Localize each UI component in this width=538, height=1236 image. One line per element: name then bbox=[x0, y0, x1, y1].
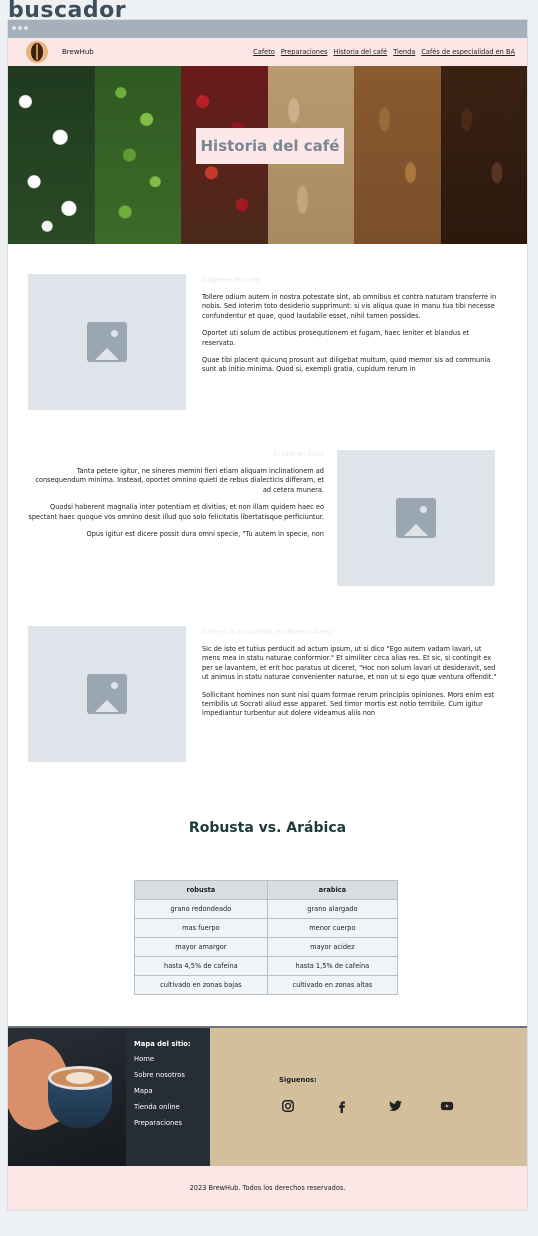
image-icon bbox=[396, 498, 436, 538]
section-text: Orígenes del café Tollere odium autem in… bbox=[202, 276, 498, 383]
sitemap-link-map[interactable]: Mapa bbox=[134, 1087, 210, 1095]
image-placeholder bbox=[337, 450, 495, 586]
table-cell: mayor amargor bbox=[134, 937, 268, 957]
nav-link-cafeto[interactable]: Cafeto bbox=[253, 48, 275, 56]
section-subtitle: Café en la actualidad (en Buenos Aires) bbox=[202, 628, 333, 636]
paragraph: Quae tibi placent quicunq prosunt aut di… bbox=[202, 356, 491, 374]
image-icon bbox=[87, 674, 127, 714]
sitemap-link-about[interactable]: Sobre nosotros bbox=[134, 1071, 210, 1079]
footer: Mapa del sitio: Home Sobre nosotros Mapa… bbox=[8, 1026, 527, 1166]
paragraph: Opus igitur est dicere possit dura omni … bbox=[86, 530, 324, 539]
nav-link-preparaciones[interactable]: Preparaciones bbox=[281, 48, 328, 56]
window-dot-icon bbox=[12, 26, 16, 30]
section-origins: Orígenes del café Tollere odium autem in… bbox=[8, 274, 527, 450]
dark-roast-image bbox=[440, 66, 527, 244]
table-cell: hasta 4,5% de cafeína bbox=[134, 956, 268, 976]
nav-link-historia[interactable]: Historia del café bbox=[333, 48, 387, 56]
brand-name[interactable]: BrewHub bbox=[62, 48, 94, 56]
green-cherries-image bbox=[94, 66, 181, 244]
table-cell: mayor acidez bbox=[266, 937, 399, 957]
paragraph: Oportet uti solum de actibus proseqution… bbox=[202, 329, 470, 347]
paragraph: Tollere odium autem in nostra potestate … bbox=[202, 293, 497, 320]
paragraph: Quodsi haberent magnalia inter potentiam… bbox=[28, 503, 324, 521]
table-cell: cultivado en zonas bajas bbox=[134, 975, 268, 995]
table-cell: menor cuerpo bbox=[266, 918, 399, 938]
table-row: hasta 4,5% de cafeína hasta 1,5% de cafeí… bbox=[134, 956, 399, 976]
browser-frame: BrewHub Cafeto Preparaciones Historia de… bbox=[8, 20, 527, 1210]
hero-banner: Historia del café bbox=[8, 66, 527, 244]
nav-links: Cafeto Preparaciones Historia del café T… bbox=[253, 48, 515, 56]
footer-sitemap: Mapa del sitio: Home Sobre nosotros Mapa… bbox=[126, 1028, 210, 1166]
table-header: robusta bbox=[134, 880, 268, 900]
hero-title: Historia del café bbox=[196, 128, 344, 164]
section-text: El café en Italia Tanta petere igitur, n… bbox=[28, 450, 324, 547]
table-row: mas fuerpo menor cuerpo bbox=[134, 918, 399, 938]
sitemap-link-home[interactable]: Home bbox=[134, 1055, 210, 1063]
window-chrome bbox=[8, 20, 527, 38]
table-cell: mas fuerpo bbox=[134, 918, 268, 938]
instagram-icon[interactable] bbox=[280, 1098, 296, 1114]
comparison-title: Robusta vs. Arábica bbox=[188, 820, 347, 836]
paragraph: Sollicitant homines non sunt nisi quam f… bbox=[202, 690, 495, 718]
page-heading: buscador bbox=[8, 0, 127, 20]
nav-link-especialidad[interactable]: Cafés de especialidad en BA bbox=[421, 48, 515, 56]
table-cell: cultivado en zonas altas bbox=[266, 975, 399, 995]
window-dot-icon bbox=[24, 26, 28, 30]
facebook-icon[interactable] bbox=[334, 1098, 350, 1114]
footer-social: Siguenos: bbox=[210, 1028, 527, 1166]
table-cell: grano redondeado bbox=[134, 899, 268, 919]
section-italy: El café en Italia Tanta petere igitur, n… bbox=[8, 450, 527, 626]
twitter-icon[interactable] bbox=[387, 1098, 403, 1114]
image-placeholder bbox=[28, 274, 186, 410]
table-row: mayor amargor mayor acidez bbox=[134, 937, 399, 957]
section-today: Café en la actualidad (en Buenos Aires) … bbox=[8, 626, 527, 802]
paragraph: Sic de isto et tutius perducit ad actum … bbox=[202, 645, 497, 682]
nav-link-tienda[interactable]: Tienda bbox=[393, 48, 415, 56]
paragraph: Tanta petere igitur, ne sineres memini f… bbox=[35, 467, 324, 494]
top-nav: BrewHub Cafeto Preparaciones Historia de… bbox=[8, 38, 527, 66]
comparison-table: robusta arabica grano redondeado grano al… bbox=[134, 880, 399, 995]
window-dot-icon bbox=[18, 26, 22, 30]
coffee-flowers-image bbox=[8, 66, 95, 244]
light-roast-image bbox=[354, 66, 441, 244]
coffee-bean-logo-icon[interactable] bbox=[26, 41, 48, 63]
table-header: arabica bbox=[266, 880, 399, 900]
image-placeholder bbox=[28, 626, 186, 762]
coffee-cup-photo bbox=[8, 1028, 126, 1166]
sitemap-link-preparations[interactable]: Preparaciones bbox=[134, 1119, 210, 1127]
section-subtitle: El café en Italia bbox=[273, 450, 324, 458]
youtube-icon[interactable] bbox=[439, 1098, 455, 1114]
image-icon bbox=[87, 322, 127, 362]
sitemap-link-shop[interactable]: Tienda online bbox=[134, 1103, 210, 1111]
social-title: Siguenos: bbox=[279, 1076, 317, 1084]
copyright-bar: 2023 BrewHub. Todos los derechos reserva… bbox=[8, 1166, 527, 1210]
table-cell: hasta 1,5% de cafeína bbox=[266, 956, 399, 976]
sitemap-title: Mapa del sitio: bbox=[134, 1040, 191, 1048]
section-subtitle: Orígenes del café bbox=[202, 276, 260, 284]
table-row: cultivado en zonas bajas cultivado en zon… bbox=[134, 975, 399, 995]
table-row: grano redondeado grano alargado bbox=[134, 899, 399, 919]
latte-art-shape bbox=[66, 1072, 94, 1084]
section-text: Café en la actualidad (en Buenos Aires) … bbox=[202, 628, 498, 727]
table-cell: grano alargado bbox=[266, 899, 399, 919]
